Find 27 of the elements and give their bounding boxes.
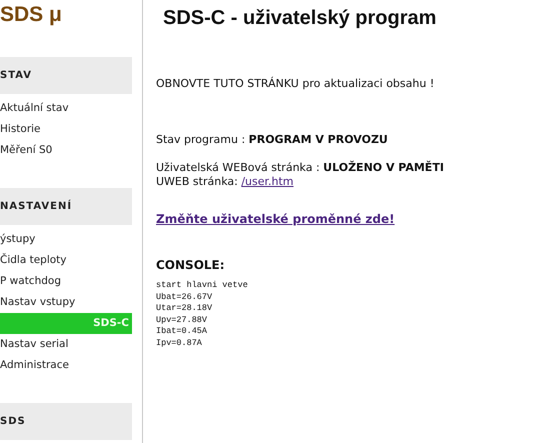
uweb-link[interactable]: /user.htm (241, 175, 294, 188)
web-page-status: Uživatelská WEBová stránka : ULOŽENO V PAMĚTI (156, 161, 444, 174)
console-line: start hlavni vetve (156, 280, 249, 292)
section-header: NASTAVENÍ (0, 188, 132, 225)
menu-item[interactable]: ýstupy (0, 229, 132, 250)
refresh-notice: OBNOVTE TUTO STRÁNKU pro aktualizaci obsahu ! (156, 77, 436, 90)
console-line: Upv=27.88V (156, 314, 208, 326)
menu-item[interactable]: Historie (0, 119, 132, 140)
menu-item[interactable]: Administrace (0, 355, 132, 376)
uweb-label: UWEB stránka: (156, 175, 238, 188)
console-line: Ubat=26.67V (156, 292, 214, 303)
menu-item[interactable]: P watchdog (0, 271, 132, 292)
logo: SDS μ (0, 2, 63, 28)
program-status: Stav programu : PROGRAM V PROVOZU (156, 133, 389, 146)
page-title: SDS-C - uživatelský program (163, 7, 438, 30)
menu-item[interactable]: Nastav vstupy (0, 292, 132, 313)
console-line: Ibat=0.45A (156, 326, 208, 338)
section-header: STAV (0, 57, 132, 94)
console-line: Ipv=0.87A (156, 338, 203, 349)
console-title: CONSOLE: (156, 258, 226, 272)
menu-item[interactable]: Nastav serial (0, 334, 132, 355)
section-header: SDS (0, 403, 132, 440)
menu-item[interactable]: Čidla teploty (0, 250, 132, 271)
menu-item[interactable]: Měření S0 (0, 140, 132, 161)
change-variables-link[interactable]: Změňte uživatelské proměnné zde! (156, 212, 395, 226)
menu-item[interactable]: Aktuální stav (0, 98, 132, 119)
console-line: Utar=28.18V (156, 303, 214, 314)
